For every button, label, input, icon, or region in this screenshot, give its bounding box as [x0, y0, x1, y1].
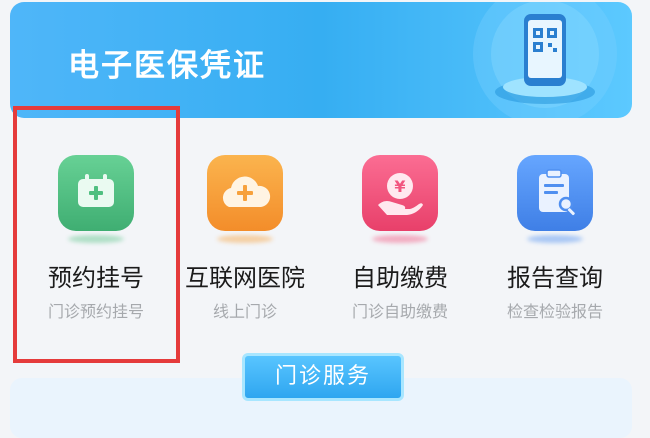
clipboard-search-icon: [517, 155, 593, 231]
service-appointment-registration[interactable]: 预约挂号 门诊预约挂号: [16, 155, 176, 325]
yen-coin-hand-icon: ¥: [362, 155, 438, 231]
electronic-insurance-banner[interactable]: 电子医保凭证: [10, 2, 632, 118]
service-subtitle: 线上门诊: [212, 302, 277, 321]
service-title: 自助缴费: [352, 264, 448, 292]
service-subtitle: 检查检验报告: [506, 302, 603, 321]
calendar-plus-icon: [58, 155, 134, 231]
service-self-payment[interactable]: ¥ 自助缴费 门诊自助缴费: [320, 155, 480, 325]
service-subtitle: 门诊预约挂号: [47, 302, 144, 321]
outpatient-services-tab[interactable]: 门诊服务: [242, 353, 404, 401]
service-subtitle: 门诊自助缴费: [351, 302, 448, 321]
svg-text:¥: ¥: [394, 177, 405, 196]
icon-shadow: [372, 235, 428, 243]
service-report-query[interactable]: 报告查询 检查检验报告: [475, 155, 635, 325]
icon-shadow: [68, 235, 124, 243]
banner-title: 电子医保凭证: [68, 48, 266, 84]
icon-shadow: [527, 235, 583, 243]
icon-shadow: [217, 235, 273, 243]
phone-qr-code-icon: [473, 2, 617, 118]
service-title: 预约挂号: [48, 264, 144, 292]
cloud-plus-icon: [207, 155, 283, 231]
service-title: 互联网医院: [185, 264, 305, 292]
service-title: 报告查询: [507, 264, 603, 292]
service-internet-hospital[interactable]: 互联网医院 线上门诊: [165, 155, 325, 325]
